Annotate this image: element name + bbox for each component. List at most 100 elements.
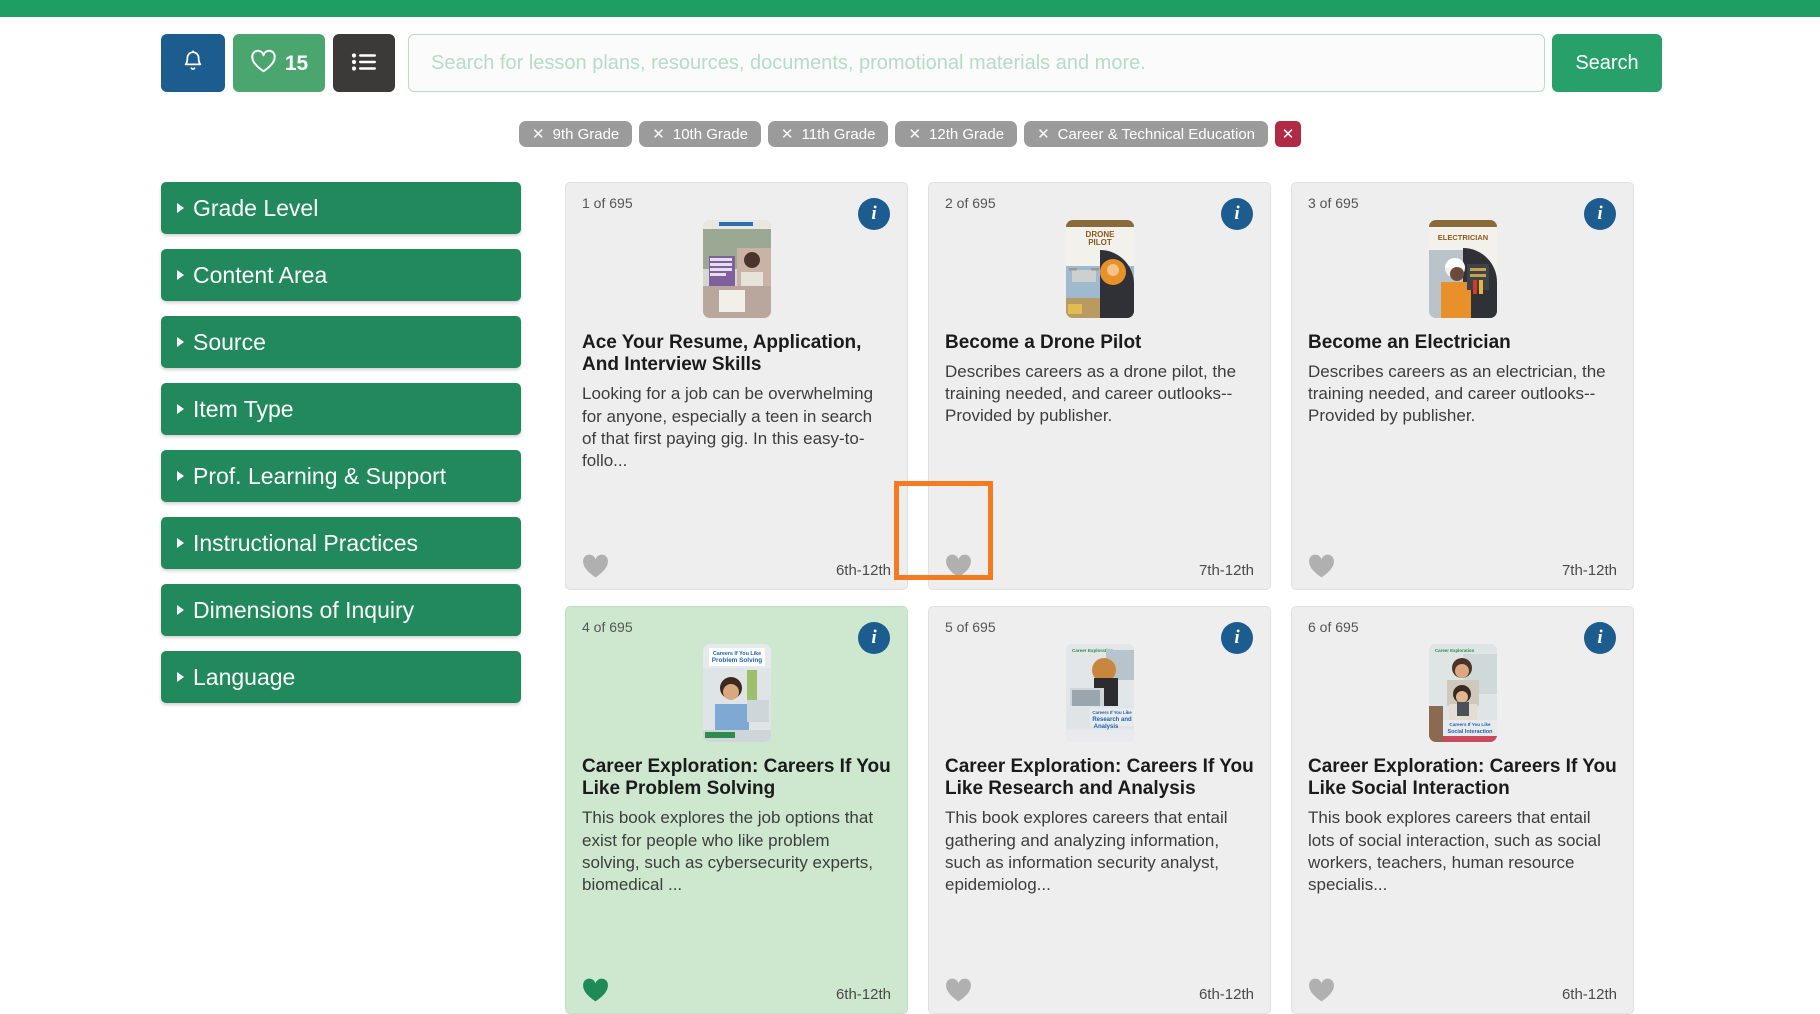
header-toolbar: 15 Search xyxy=(0,34,1820,92)
filter-sidebar: Grade Level Content Area Source Item Typ… xyxy=(161,182,521,718)
result-card[interactable]: 6 of 695 i Career Exploration Careers If… xyxy=(1291,606,1634,1014)
filter-chip[interactable]: ✕ 12th Grade xyxy=(895,121,1018,147)
sidebar-item-label: Language xyxy=(193,663,296,690)
info-icon[interactable]: i xyxy=(1584,198,1616,230)
thumbnail-wrapper: Career Exploration Careers If You Like R… xyxy=(945,644,1254,742)
result-index-label: 3 of 695 xyxy=(1308,195,1359,211)
list-icon xyxy=(351,52,377,75)
grade-range-label: 6th-12th xyxy=(835,986,891,1003)
info-icon[interactable]: i xyxy=(1584,622,1616,654)
chevron-right-icon xyxy=(177,337,184,347)
close-icon[interactable]: ✕ xyxy=(908,127,921,142)
result-card[interactable]: 1 of 695 i Ace Your Resume, Application,… xyxy=(565,182,908,590)
result-index-label: 1 of 695 xyxy=(582,195,633,211)
filter-chip-label: 11th Grade xyxy=(801,125,876,143)
sidebar-item-label: Source xyxy=(193,328,266,355)
result-index-label: 6 of 695 xyxy=(1308,619,1359,635)
thumbnail-wrapper: DRONE PILOT xyxy=(945,220,1254,318)
favorite-heart-button[interactable] xyxy=(582,978,609,1003)
search-results-grid: 1 of 695 i Ace Your Resume, Application,… xyxy=(565,182,1635,1014)
top-accent-bar xyxy=(0,0,1820,17)
result-description: This book explores the job options that … xyxy=(582,808,874,894)
result-description: Describes careers as a drone pilot, the … xyxy=(945,362,1237,426)
grade-range-label: 7th-12th xyxy=(1198,562,1254,579)
active-filter-chips: ✕ 9th Grade ✕ 10th Grade ✕ 11th Grade ✕ … xyxy=(0,121,1820,147)
filter-chip-label: 9th Grade xyxy=(552,125,620,143)
result-title: Ace Your Resume, Application, And Interv… xyxy=(582,332,862,376)
list-view-button[interactable] xyxy=(333,34,395,92)
info-icon[interactable]: i xyxy=(1221,198,1253,230)
sidebar-item-label: Dimensions of Inquiry xyxy=(193,596,415,623)
favorite-heart-button[interactable] xyxy=(582,554,609,579)
thumbnail-wrapper: Career Exploration Careers If You Like S… xyxy=(1308,644,1617,742)
favorites-button[interactable]: 15 xyxy=(233,34,325,92)
svg-text:Careers If You Like: Careers If You Like xyxy=(1449,722,1491,727)
info-icon[interactable]: i xyxy=(858,622,890,654)
result-card-footer: 6th-12th xyxy=(1308,978,1617,1003)
svg-text:Research and: Research and xyxy=(1092,717,1132,723)
chevron-right-icon xyxy=(177,404,184,414)
close-icon: ✕ xyxy=(1281,126,1295,143)
thumbnail-wrapper: Careers If You Like Problem Solving xyxy=(582,644,891,742)
search-input[interactable] xyxy=(408,34,1545,92)
sidebar-item-item-type[interactable]: Item Type xyxy=(161,383,521,435)
close-icon[interactable]: ✕ xyxy=(652,127,665,142)
sidebar-item-label: Item Type xyxy=(193,395,294,422)
filter-chip[interactable]: ✕ Career & Technical Education xyxy=(1024,121,1269,147)
sidebar-item-dimensions-of-inquiry[interactable]: Dimensions of Inquiry xyxy=(161,584,521,636)
svg-text:Problem Solving: Problem Solving xyxy=(711,657,762,664)
chevron-right-icon xyxy=(177,605,184,615)
result-card-footer: 7th-12th xyxy=(945,554,1254,579)
result-description: Looking for a job can be overwhelming fo… xyxy=(582,384,874,470)
svg-text:Careers If You Like: Careers If You Like xyxy=(1092,710,1132,715)
thumbnail-wrapper: ELECTRICIAN xyxy=(1308,220,1617,318)
close-icon[interactable]: ✕ xyxy=(1037,127,1050,142)
filter-chip[interactable]: ✕ 11th Grade xyxy=(767,121,889,147)
result-title: Become an Electrician xyxy=(1308,332,1511,353)
svg-text:Career Exploration: Career Exploration xyxy=(1435,648,1475,653)
sidebar-item-instructional-practices[interactable]: Instructional Practices xyxy=(161,517,521,569)
result-index-label: 2 of 695 xyxy=(945,195,996,211)
svg-text:ELECTRICIAN: ELECTRICIAN xyxy=(1437,233,1487,242)
thumbnail-wrapper xyxy=(582,220,891,318)
filter-chip[interactable]: ✕ 9th Grade xyxy=(518,121,633,147)
result-card-footer: 7th-12th xyxy=(1308,554,1617,579)
book-cover-thumbnail: DRONE PILOT xyxy=(1065,220,1134,318)
clear-all-filters-button[interactable]: ✕ xyxy=(1275,121,1302,147)
chevron-right-icon xyxy=(177,203,184,213)
sidebar-item-source[interactable]: Source xyxy=(161,316,521,368)
favorite-heart-button[interactable] xyxy=(1308,978,1335,1003)
search-button[interactable]: Search xyxy=(1552,34,1662,92)
info-icon[interactable]: i xyxy=(858,198,890,230)
sidebar-item-prof-learning-support[interactable]: Prof. Learning & Support xyxy=(161,450,521,502)
svg-text:Social Interaction: Social Interaction xyxy=(1447,729,1492,735)
grade-range-label: 6th-12th xyxy=(1561,986,1617,1003)
notifications-button[interactable] xyxy=(161,34,225,92)
close-icon[interactable]: ✕ xyxy=(532,127,545,142)
favorite-heart-button[interactable] xyxy=(1308,554,1335,579)
result-description: This book explores careers that entail l… xyxy=(1308,808,1601,894)
favorite-heart-button[interactable] xyxy=(945,978,972,1003)
favorite-heart-button[interactable] xyxy=(945,554,972,579)
sidebar-item-language[interactable]: Language xyxy=(161,651,521,703)
filter-chip-label: Career & Technical Education xyxy=(1057,125,1256,143)
sidebar-item-label: Prof. Learning & Support xyxy=(193,462,447,489)
info-icon[interactable]: i xyxy=(1221,622,1253,654)
result-title: Become a Drone Pilot xyxy=(945,332,1142,353)
sidebar-item-content-area[interactable]: Content Area xyxy=(161,249,521,301)
result-description: This book explores careers that entail g… xyxy=(945,808,1228,894)
result-card[interactable]: 4 of 695 i Careers If You Like Problem S… xyxy=(565,606,908,1014)
sidebar-item-label: Content Area xyxy=(193,261,328,288)
sidebar-item-grade-level[interactable]: Grade Level xyxy=(161,182,521,234)
sidebar-item-label: Instructional Practices xyxy=(193,529,418,556)
book-cover-thumbnail: Career Exploration Careers If You Like R… xyxy=(1065,644,1134,742)
result-description: Describes careers as an electrician, the… xyxy=(1308,362,1606,426)
result-card-footer: 6th-12th xyxy=(945,978,1254,1003)
filter-chip[interactable]: ✕ 10th Grade xyxy=(639,121,761,147)
result-card[interactable]: 2 of 695 i DRONE PILOT Become a Drone Pi… xyxy=(928,182,1271,590)
result-card[interactable]: 3 of 695 i ELECTRICIAN Become an Electri… xyxy=(1291,182,1634,590)
close-icon[interactable]: ✕ xyxy=(781,127,794,142)
result-title: Career Exploration: Careers If You Like … xyxy=(945,756,1254,800)
filter-chip-label: 10th Grade xyxy=(672,125,748,143)
result-card[interactable]: 5 of 695 i Career Exploration Careers If… xyxy=(928,606,1271,1014)
